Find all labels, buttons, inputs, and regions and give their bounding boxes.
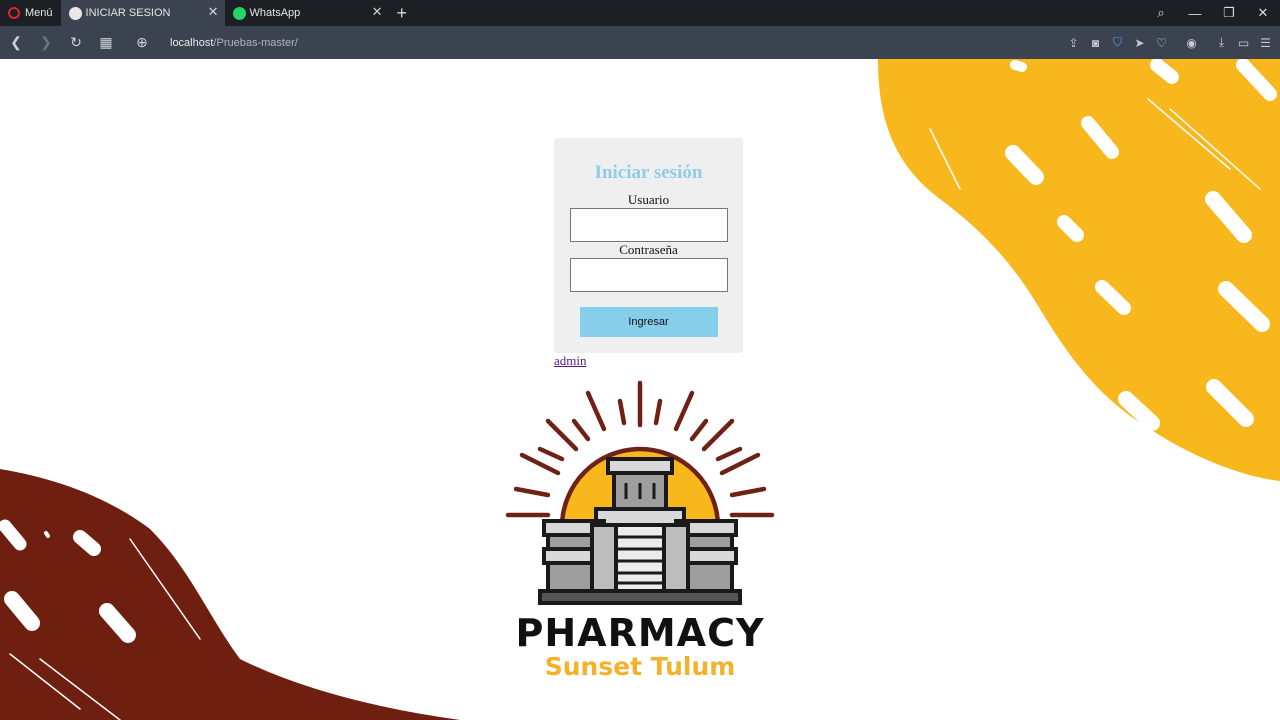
url-field[interactable]: localhost/Pruebas-master/ [170, 37, 298, 49]
url-path: /Pruebas-master/ [213, 36, 298, 49]
send-icon[interactable]: ➤ [1133, 36, 1146, 50]
close-window-icon[interactable]: ✕ [1246, 5, 1280, 21]
brown-brush-blob [0, 469, 460, 720]
battery-icon[interactable]: ▭ [1237, 36, 1250, 50]
login-submit-button[interactable]: Ingresar [579, 307, 718, 337]
brand-tagline: Sunset Tulum [544, 652, 736, 681]
heart-icon[interactable]: ♡ [1155, 36, 1168, 50]
tab-whatsapp[interactable]: WhatsApp ✕ [225, 0, 389, 26]
speed-dial-icon[interactable]: ▦ [92, 34, 120, 51]
share-icon[interactable]: ⇪ [1067, 36, 1080, 50]
tab-title: WhatsApp [249, 7, 301, 19]
opera-menu-button[interactable]: Menú [0, 0, 61, 26]
download-icon[interactable]: ⤓ [1215, 35, 1228, 50]
address-bar: ❮ ❯ ↻ ▦ ⊕ localhost/Pruebas-master/ ⇪ ◙ … [0, 26, 1280, 59]
page-content: Iniciar sesión Usuario Contraseña Ingres… [0, 59, 1280, 720]
tab-title: INICIAR SESION [85, 7, 171, 19]
yellow-brush-blob [878, 59, 1280, 481]
vpn-shield-icon[interactable]: ⛉ [1111, 35, 1124, 50]
password-input[interactable] [569, 258, 728, 292]
search-tabs-icon[interactable]: ⌕ [1144, 5, 1178, 21]
profile-icon[interactable]: ◉ [1185, 36, 1198, 50]
login-title: Iniciar sesión [594, 162, 703, 183]
back-icon[interactable]: ❮ [2, 34, 30, 51]
globe-favicon-icon [68, 6, 82, 20]
menu-label: Menú [25, 7, 53, 19]
reload-icon[interactable]: ↻ [62, 34, 90, 51]
globe-icon: ⊕ [136, 34, 148, 50]
toolbar-icons: ⇪ ◙ ⛉ ➤ ♡ ◉ ⤓ ▭ ☰ [1067, 26, 1272, 59]
new-tab-icon[interactable]: + [397, 4, 408, 22]
snapshot-icon[interactable]: ◙ [1089, 36, 1102, 50]
whatsapp-favicon-icon [232, 6, 246, 20]
username-label: Usuario [627, 192, 670, 207]
url-host: localhost [170, 36, 214, 49]
tab-iniciar-sesion[interactable]: INICIAR SESION ✕ [60, 0, 225, 26]
tab-bar: Menú INICIAR SESION ✕ WhatsApp ✕ + ⌕ — ❐… [0, 0, 1280, 26]
close-tab-icon[interactable]: ✕ [372, 5, 383, 19]
username-input[interactable] [569, 208, 728, 242]
easy-setup-icon[interactable]: ☰ [1259, 36, 1272, 50]
brand-name: PHARMACY [515, 611, 765, 655]
password-label: Contraseña [619, 242, 678, 257]
forward-icon[interactable]: ❯ [32, 34, 60, 51]
close-tab-icon[interactable]: ✕ [208, 5, 219, 19]
opera-logo-icon [8, 7, 20, 19]
window-controls: ⌕ — ❐ ✕ [1144, 0, 1280, 26]
restore-icon[interactable]: ❐ [1212, 5, 1246, 21]
admin-link[interactable]: admin [554, 353, 587, 369]
login-form: Iniciar sesión Usuario Contraseña Ingres… [554, 138, 743, 353]
minimize-icon[interactable]: — [1178, 6, 1212, 21]
